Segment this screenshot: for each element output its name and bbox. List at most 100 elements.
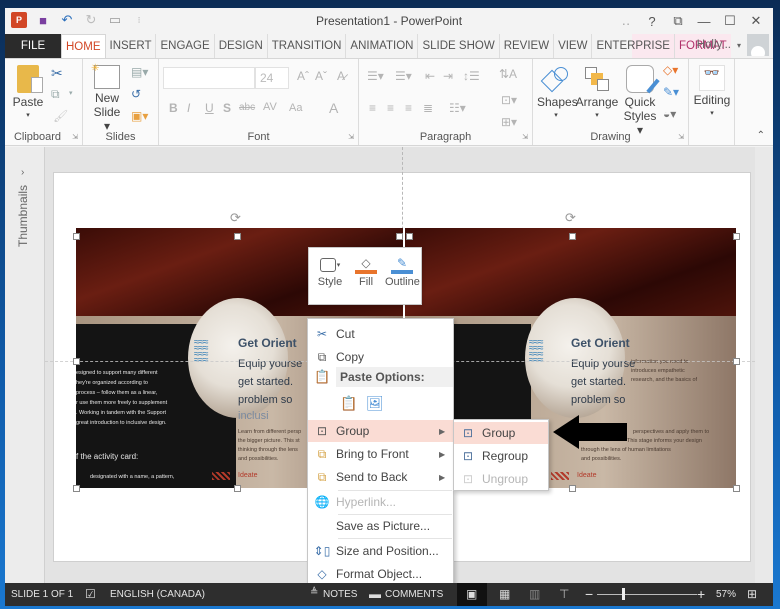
arrange-button[interactable]: Arrange ▾ <box>575 65 619 123</box>
resize-handle[interactable] <box>733 485 740 492</box>
slide-sorter-icon[interactable]: ▦ <box>499 587 510 601</box>
resize-handle[interactable] <box>73 358 80 365</box>
layout-icon[interactable]: ▤▾ <box>131 65 148 79</box>
change-case-button[interactable]: Aa <box>289 102 302 114</box>
tab-view[interactable]: VIEW <box>554 34 593 58</box>
tab-slide-show[interactable]: SLIDE SHOW <box>418 34 500 58</box>
shapes-button[interactable]: Shapes ▾ <box>537 65 578 123</box>
expand-thumbnails-icon[interactable]: › <box>21 167 24 178</box>
minimize-button[interactable]: — <box>691 10 717 32</box>
numbering-icon[interactable]: ☰▾ <box>395 69 412 83</box>
user-dropdown-icon[interactable]: ▾ <box>737 41 741 50</box>
center-icon[interactable]: ≡ <box>387 101 394 115</box>
font-name-input[interactable] <box>163 67 255 89</box>
menu-item-hyperlink[interactable]: 🌐 Hyperlink... <box>308 491 453 513</box>
shape-effects-icon[interactable]: ◒▾ <box>663 107 676 121</box>
thumbnails-pane[interactable]: › Thumbnails <box>5 147 45 583</box>
clipboard-launcher-icon[interactable]: ⇲ <box>72 133 78 141</box>
outline-button[interactable]: ✎ Outline <box>385 254 420 288</box>
menu-item-save-as-picture[interactable]: Save as Picture... <box>308 515 453 537</box>
zoom-slider[interactable] <box>597 594 697 595</box>
help-button[interactable]: ? <box>639 10 665 32</box>
fill-button[interactable]: ◇ Fill <box>349 254 383 288</box>
avatar[interactable] <box>747 34 769 56</box>
paste-button[interactable]: Paste ▾ <box>11 65 45 123</box>
style-button[interactable]: ▾ Style <box>313 254 347 288</box>
new-slide-button[interactable]: ✳ New Slide ▾ <box>89 63 125 133</box>
increase-indent-icon[interactable]: ⇥ <box>443 69 453 83</box>
tab-animation[interactable]: ANIMATION <box>346 34 419 58</box>
format-painter-icon[interactable]: 🖌 <box>53 109 68 123</box>
align-left-icon[interactable]: ≡ <box>369 101 376 115</box>
character-spacing-button[interactable]: AV <box>263 101 277 113</box>
cut-icon[interactable]: ✂ <box>51 65 63 82</box>
align-text-icon[interactable]: ⊡▾ <box>501 93 517 107</box>
tab-enterprise[interactable]: ENTERPRISE <box>592 34 675 58</box>
resize-handle[interactable] <box>733 358 740 365</box>
font-color-button[interactable]: A <box>329 100 338 116</box>
rotate-handle-icon[interactable]: ⟳ <box>565 210 576 226</box>
reset-icon[interactable]: ↺ <box>131 87 141 101</box>
normal-view-button[interactable]: ▣ <box>457 583 487 606</box>
resize-handle[interactable] <box>234 233 241 240</box>
increase-font-icon[interactable]: Aˆ <box>297 69 309 83</box>
italic-button[interactable]: I <box>187 101 190 115</box>
resize-handle[interactable] <box>234 485 241 492</box>
ribbon-display-options-button[interactable]: ⧉ <box>665 10 691 32</box>
spell-check-icon[interactable]: ☑ <box>85 587 96 601</box>
resize-handle[interactable] <box>569 485 576 492</box>
resize-handle[interactable] <box>733 233 740 240</box>
submenu-item-ungroup[interactable]: ⊡ Ungroup <box>454 468 548 490</box>
resize-handle[interactable] <box>406 233 413 240</box>
shadow-button[interactable]: S <box>223 101 231 115</box>
menu-item-copy[interactable]: ⧉ Copy <box>308 346 453 368</box>
menu-item-bring-to-front[interactable]: ⧉ Bring to Front ▶ <box>308 443 453 465</box>
user-account[interactable]: Holly... ▾ <box>697 34 769 56</box>
resize-handle[interactable] <box>396 233 403 240</box>
justify-icon[interactable]: ≣ <box>423 101 433 115</box>
decrease-font-icon[interactable]: Aˇ <box>315 69 327 83</box>
quick-styles-button[interactable]: Quick Styles ▾ <box>621 65 660 137</box>
paste-use-destination-theme-icon[interactable]: 📋 <box>340 395 357 412</box>
tab-insert[interactable]: INSERT <box>106 34 157 58</box>
resize-handle[interactable] <box>73 233 80 240</box>
tab-design[interactable]: DESIGN <box>215 34 268 58</box>
slide-show-icon[interactable]: ⊤ <box>559 587 569 601</box>
zoom-slider-thumb[interactable] <box>622 588 626 600</box>
menu-item-format-object[interactable]: ◇ Format Object... <box>308 563 453 585</box>
paragraph-launcher-icon[interactable]: ⇲ <box>522 133 528 141</box>
resize-handle[interactable] <box>73 485 80 492</box>
submenu-item-group[interactable]: ⊡ Group <box>454 422 548 444</box>
notes-button[interactable]: NOTES <box>323 589 357 600</box>
tab-file[interactable]: FILE <box>5 34 61 58</box>
align-right-icon[interactable]: ≡ <box>405 101 412 115</box>
language-indicator[interactable]: ENGLISH (CANADA) <box>110 589 205 600</box>
rotate-handle-icon[interactable]: ⟳ <box>230 210 241 226</box>
clear-formatting-icon[interactable]: A̷ <box>337 69 345 83</box>
menu-item-send-to-back[interactable]: ⧉ Send to Back ▶ <box>308 466 453 488</box>
menu-item-cut[interactable]: ✂ Cut <box>308 323 453 345</box>
ribbon-options-dots[interactable]: ‥ <box>613 10 639 32</box>
vertical-scrollbar[interactable] <box>755 147 773 583</box>
fit-slide-icon[interactable]: ⊞ <box>747 587 757 601</box>
copy-icon[interactable]: ⧉ <box>51 87 60 102</box>
zoom-in-button[interactable]: + <box>697 586 705 602</box>
drawing-launcher-icon[interactable]: ⇲ <box>678 133 684 141</box>
maximize-button[interactable]: ☐ <box>717 10 743 32</box>
underline-button[interactable]: U <box>205 101 214 115</box>
font-launcher-icon[interactable]: ⇲ <box>348 133 354 141</box>
bullets-icon[interactable]: ☰▾ <box>367 69 384 83</box>
shape-outline-icon[interactable]: ✎▾ <box>663 85 679 99</box>
menu-item-group[interactable]: ⊡ Group ▶ <box>308 420 453 442</box>
section-icon[interactable]: ▣▾ <box>131 109 148 123</box>
shape-fill-icon[interactable]: ◇▾ <box>663 63 678 77</box>
comments-button[interactable]: COMMENTS <box>385 589 443 600</box>
resize-handle[interactable] <box>569 233 576 240</box>
editing-button[interactable]: 👓 Editing ▾ <box>691 65 733 121</box>
close-button[interactable]: ✕ <box>743 10 769 32</box>
tab-home[interactable]: HOME <box>61 34 106 58</box>
copy-dropdown-icon[interactable]: ▾ <box>69 89 73 97</box>
decrease-indent-icon[interactable]: ⇤ <box>425 69 435 83</box>
zoom-out-button[interactable]: − <box>585 586 593 602</box>
columns-icon[interactable]: ☷▾ <box>449 101 466 115</box>
